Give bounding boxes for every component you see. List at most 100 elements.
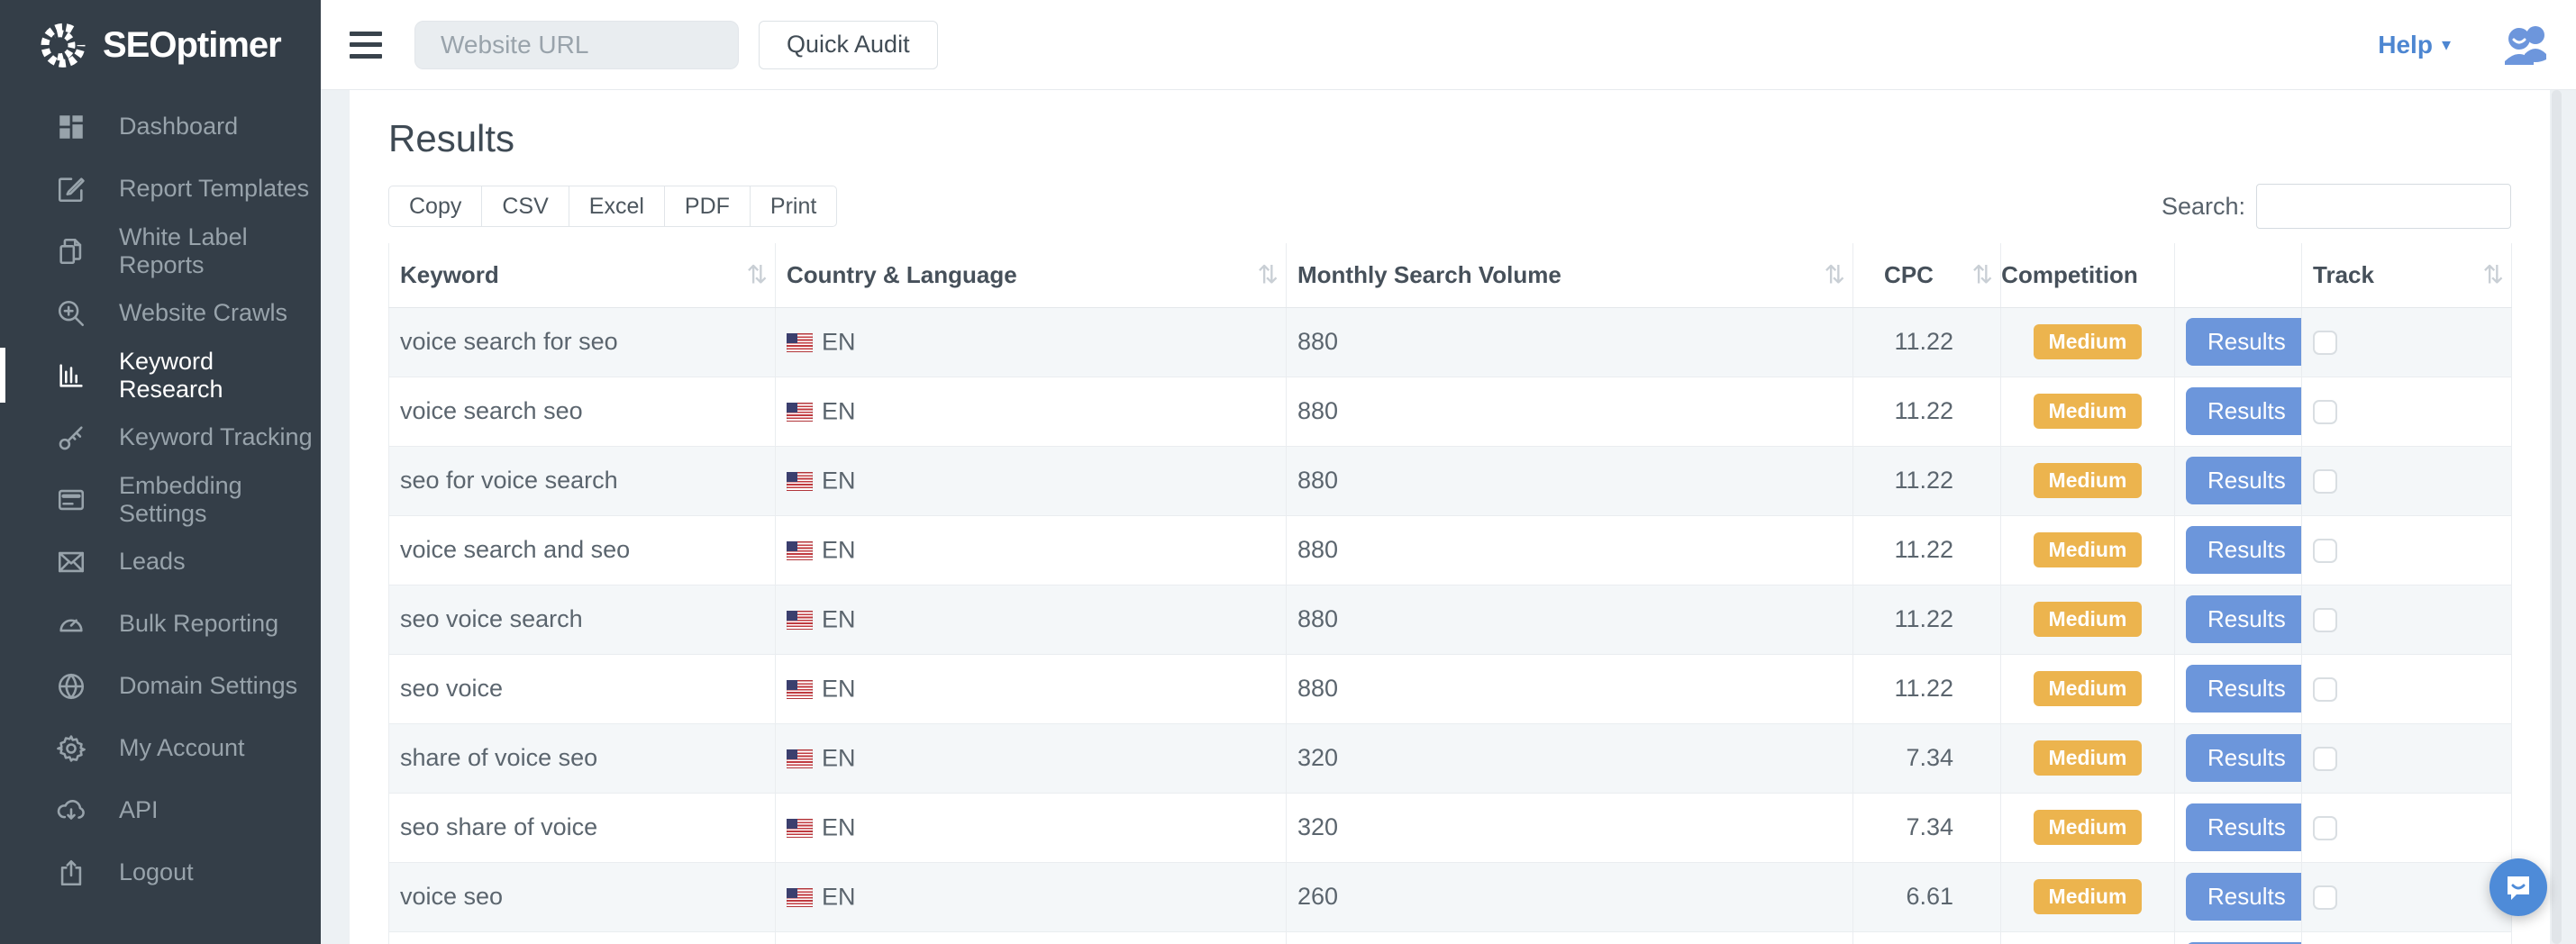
column-header-country-language[interactable]: Country & Language⇅ [776,243,1287,307]
track-cell [2302,723,2512,793]
sidebar-nav: Dashboard Report Templates White Label R… [0,90,321,903]
results-card: Results CopyCSVExcelPDFPrint Search: Key… [350,90,2550,944]
column-header-cpc[interactable]: CPC⇅ [1853,243,2001,307]
results-button[interactable]: Results [2186,526,2302,574]
help-dropdown[interactable]: Help ▾ [2378,31,2451,59]
sidebar-item-white-label-reports[interactable]: White Label Reports [0,220,321,282]
pdf-export-button[interactable]: PDF [664,186,751,227]
us-flag-icon [787,680,813,699]
topbar: Quick Audit Help ▾ [321,0,2576,90]
competition-cell: Medium [2001,446,2175,515]
results-cell: Results [2175,723,2302,793]
sort-icon[interactable]: ⇅ [1972,260,1993,290]
country-language-cell: EN [776,793,1287,862]
track-checkbox[interactable] [2313,469,2337,494]
competition-badge: Medium [2034,324,2143,359]
track-checkbox[interactable] [2313,608,2337,632]
sort-icon[interactable]: ⇅ [2483,260,2504,290]
keyword-table: Keyword⇅Country & Language⇅Monthly Searc… [388,243,2512,944]
track-checkbox[interactable] [2313,331,2337,355]
volume-cell: 30 [1287,931,1853,944]
search-input[interactable] [2256,184,2511,229]
results-button[interactable]: Results [2186,387,2302,435]
us-flag-icon [787,333,813,352]
volume-cell: 880 [1287,515,1853,585]
track-checkbox[interactable] [2313,400,2337,424]
sidebar-item-keyword-research[interactable]: Keyword Research [0,344,321,406]
column-header-actions[interactable] [2175,243,2302,307]
sidebar-item-report-templates[interactable]: Report Templates [0,158,321,220]
track-checkbox[interactable] [2313,539,2337,563]
help-label: Help [2378,31,2433,59]
sidebar-item-keyword-tracking[interactable]: Keyword Tracking [0,406,321,468]
website-url-input[interactable] [414,21,739,69]
sidebar-item-domain-settings[interactable]: Domain Settings [0,655,321,717]
country-language-cell: EN [776,723,1287,793]
cpc-cell: 7.34 [1853,723,2001,793]
table-row: seo voice EN 880 11.22 Medium Results [389,654,2512,723]
table-row: seo share of voice EN 320 7.34 Medium Re… [389,793,2512,862]
print-export-button[interactable]: Print [750,186,837,227]
table-row: voice seo EN 260 6.61 Medium Results [389,862,2512,931]
dashboard-icon [54,110,88,144]
sidebar-item-leads[interactable]: Leads [0,531,321,593]
competition-badge: Medium [2034,394,2143,429]
track-checkbox[interactable] [2313,885,2337,910]
track-cell [2302,446,2512,515]
cpc-cell [1853,931,2001,944]
account-users-icon[interactable] [2503,23,2550,67]
hamburger-menu-icon[interactable] [350,32,382,59]
sidebar-item-website-crawls[interactable]: Website Crawls [0,282,321,344]
brand-logo[interactable]: SEOptimer [0,0,321,90]
sort-icon[interactable]: ⇅ [747,260,768,290]
column-header-keyword[interactable]: Keyword⇅ [389,243,776,307]
competition-badge: Medium [2034,532,2143,567]
page-title: Results [388,117,2511,160]
column-header-monthly-search-volume[interactable]: Monthly Search Volume⇅ [1287,243,1853,307]
keyword-cell: voice search seo 2017 [389,931,776,944]
bulk-reporting-icon [54,607,88,641]
sidebar-item-dashboard[interactable]: Dashboard [0,95,321,158]
report-templates-icon [54,172,88,206]
sidebar: SEOptimer Dashboard Report Templates Whi… [0,0,321,944]
scrollbar[interactable] [2552,90,2562,944]
results-button[interactable]: Results [2186,873,2302,921]
column-header-competition[interactable]: Competition [2001,243,2175,307]
us-flag-icon [787,472,813,491]
track-checkbox[interactable] [2313,747,2337,771]
track-cell [2302,307,2512,377]
sidebar-item-logout[interactable]: Logout [0,841,321,903]
competition-cell: Medium [2001,377,2175,446]
api-icon [54,794,88,828]
keyword-cell: seo voice [389,654,776,723]
sort-icon[interactable]: ⇅ [1825,260,1845,290]
results-button[interactable]: Results [2186,803,2302,851]
competition-cell: Medium [2001,931,2175,944]
track-cell [2302,585,2512,654]
sidebar-item-embedding-settings[interactable]: Embedding Settings [0,468,321,531]
results-button[interactable]: Results [2186,318,2302,366]
copy-export-button[interactable]: Copy [388,186,482,227]
results-button[interactable]: Results [2186,457,2302,504]
results-button[interactable]: Results [2186,734,2302,782]
sort-icon[interactable]: ⇅ [1258,260,1279,290]
sidebar-item-api[interactable]: API [0,779,321,841]
track-cell [2302,793,2512,862]
csv-export-button[interactable]: CSV [481,186,569,227]
track-checkbox[interactable] [2313,816,2337,840]
results-button[interactable]: Results [2186,665,2302,713]
column-header-track[interactable]: Track⇅ [2302,243,2512,307]
results-button[interactable]: Results [2186,595,2302,643]
competition-cell: Medium [2001,654,2175,723]
competition-badge: Medium [2034,463,2143,498]
chat-launcher-button[interactable] [2490,858,2547,916]
keyword-tracking-icon [54,421,88,455]
seoptimer-gear-icon [36,19,88,71]
quick-audit-button[interactable]: Quick Audit [759,21,938,69]
brand-name: SEOptimer [103,25,281,66]
sidebar-item-bulk-reporting[interactable]: Bulk Reporting [0,593,321,655]
track-checkbox[interactable] [2313,677,2337,702]
excel-export-button[interactable]: Excel [569,186,665,227]
sidebar-item-my-account[interactable]: My Account [0,717,321,779]
track-cell [2302,377,2512,446]
